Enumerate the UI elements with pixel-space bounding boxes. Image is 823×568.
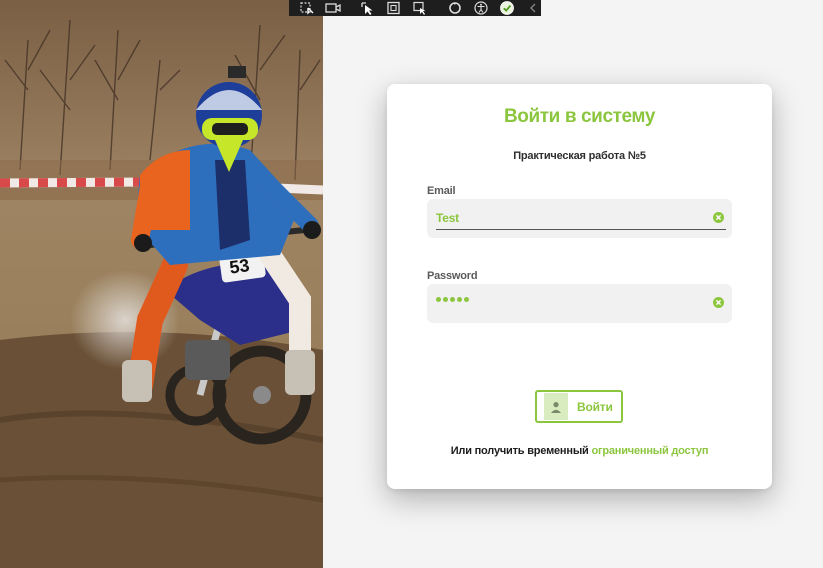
email-label: Email	[427, 185, 456, 197]
password-dot	[450, 297, 455, 302]
password-dot	[443, 297, 448, 302]
login-button-label: Войти	[577, 399, 613, 414]
password-dot	[457, 297, 462, 302]
hero-photo: 53	[0, 0, 323, 568]
select-element-icon[interactable]	[299, 1, 315, 15]
password-masked-value	[436, 297, 469, 302]
refresh-icon[interactable]	[447, 1, 463, 15]
email-value: Test	[436, 211, 459, 225]
clear-email-icon[interactable]	[713, 212, 724, 223]
inspect-cursor-icon[interactable]	[360, 1, 376, 15]
login-card: Войти в систему Практическая работа №5 E…	[387, 84, 772, 489]
temporary-access-text: Или получить временный	[450, 445, 589, 457]
login-button[interactable]: Войти	[535, 390, 623, 423]
clear-password-icon[interactable]	[713, 297, 724, 308]
password-field[interactable]	[427, 284, 732, 323]
password-dot	[464, 297, 469, 302]
hot-reload-icon[interactable]	[412, 1, 428, 15]
accessibility-icon[interactable]	[473, 1, 489, 15]
limited-access-link[interactable]: ограниченный доступ	[591, 445, 708, 457]
video-icon[interactable]	[325, 1, 341, 15]
password-dot	[436, 297, 441, 302]
motocross-photo-image: 53	[0, 0, 323, 568]
frame-icon[interactable]	[386, 1, 402, 15]
user-icon	[544, 393, 568, 420]
login-title: Войти в систему	[503, 106, 656, 127]
email-focus-underline	[436, 229, 726, 230]
check-icon[interactable]	[499, 1, 515, 15]
password-label: Password	[427, 270, 478, 282]
temporary-access-line: Или получить временный ограниченный дост…	[387, 445, 772, 457]
email-field[interactable]: Test	[427, 199, 732, 238]
login-subtitle: Практическая работа №5	[513, 150, 646, 162]
collapse-chevron-icon[interactable]	[525, 1, 541, 15]
devtools-toolbar	[289, 0, 541, 16]
